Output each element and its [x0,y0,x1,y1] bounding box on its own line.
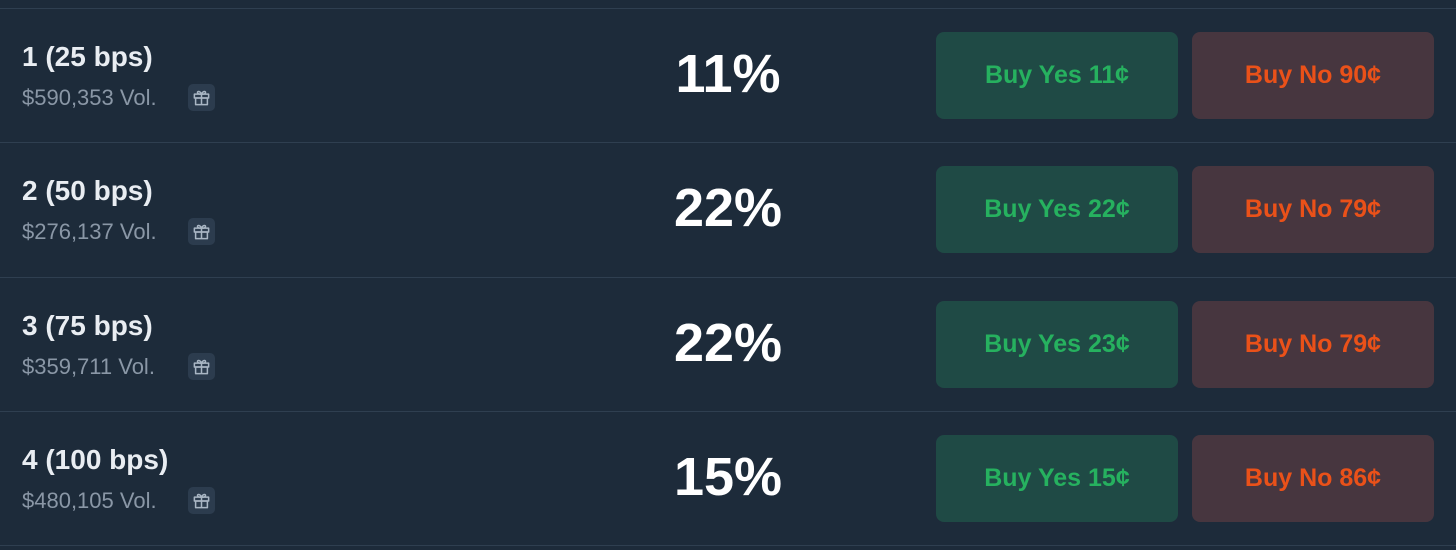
volume-label: $276,137 Vol. [22,219,157,244]
outcome-row[interactable]: 1 (25 bps) $590,353 Vol. 11% Buy Yes 11¢… [0,8,1456,142]
outcome-row[interactable]: 2 (50 bps) $276,137 Vol. 22% Buy Yes 22¢… [0,142,1456,276]
buy-no-button[interactable]: Buy No 79¢ [1192,166,1434,253]
market-outcome-list: 1 (25 bps) $590,353 Vol. 11% Buy Yes 11¢… [0,0,1456,550]
probability-value: 15% [673,447,783,507]
volume-label: $359,711 Vol. [22,354,155,379]
buy-yes-button[interactable]: Buy Yes 15¢ [936,435,1178,522]
buy-no-button[interactable]: Buy No 79¢ [1192,301,1434,388]
gift-icon[interactable] [188,84,215,111]
outcome-title: 4 (100 bps) [22,444,169,475]
probability-value: 11% [675,44,781,104]
buy-yes-button[interactable]: Buy Yes 11¢ [936,32,1178,119]
outcome-row[interactable]: 4 (100 bps) $480,105 Vol. 15% Buy Yes 15… [0,411,1456,545]
outcome-title: 2 (50 bps) [22,175,153,206]
volume-label: $590,353 Vol. [22,85,157,110]
outcome-title: 1 (25 bps) [22,41,153,72]
gift-icon[interactable] [188,487,215,514]
probability-value: 22% [673,178,783,238]
probability-value: 22% [673,313,783,373]
row-divider [0,545,1456,546]
buy-yes-button[interactable]: Buy Yes 22¢ [936,166,1178,253]
buy-no-button[interactable]: Buy No 86¢ [1192,435,1434,522]
outcome-title: 3 (75 bps) [22,310,153,341]
buy-yes-button[interactable]: Buy Yes 23¢ [936,301,1178,388]
gift-icon[interactable] [188,218,215,245]
outcome-row[interactable]: 3 (75 bps) $359,711 Vol. 22% Buy Yes 23¢… [0,277,1456,411]
gift-icon[interactable] [188,353,215,380]
volume-label: $480,105 Vol. [22,488,157,513]
buy-no-button[interactable]: Buy No 90¢ [1192,32,1434,119]
